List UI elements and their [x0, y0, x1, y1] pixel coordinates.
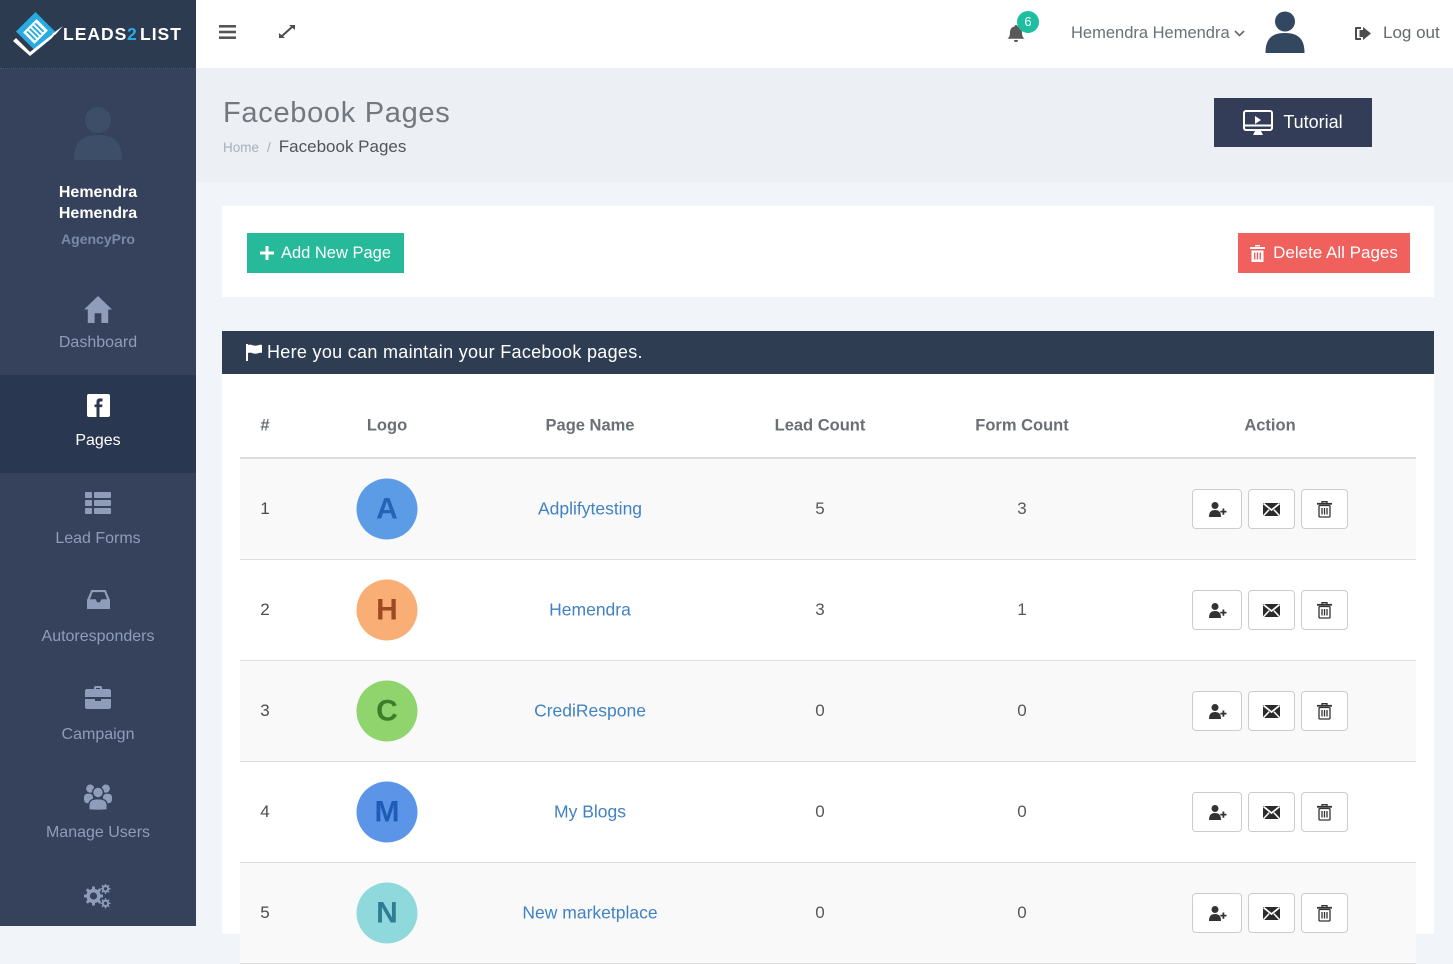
svg-text:LEADS: LEADS	[63, 24, 127, 44]
svg-text:LIST: LIST	[140, 24, 182, 44]
svg-text:2: 2	[127, 24, 137, 44]
